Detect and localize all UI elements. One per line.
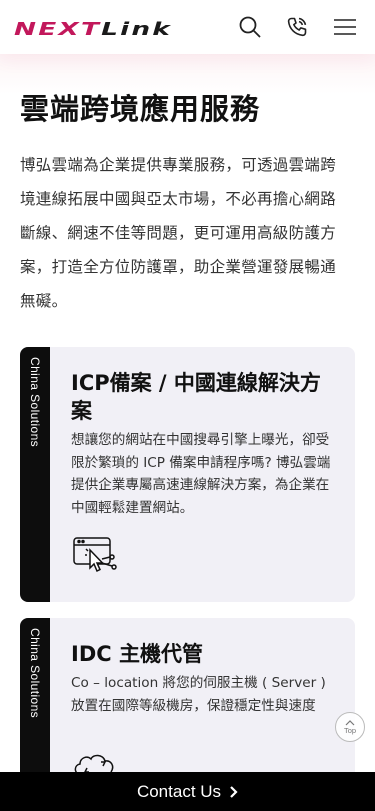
stripe-label: China Solutions [28, 628, 42, 719]
card-title: ICP備案 / 中國連線解決方案 [71, 371, 321, 423]
card-description: Co – location 將您的伺服主機 ( Server ) 放置在國際等級… [71, 675, 326, 714]
search-icon[interactable] [236, 13, 264, 41]
contact-us-label: Contact Us [136, 781, 222, 801]
chevron-up-icon [345, 719, 355, 725]
back-to-top-label: Top [343, 725, 357, 735]
page-title: 雲端跨境應用服務 [20, 92, 261, 126]
service-card-icp[interactable]: China Solutions ICP備案 / 中國連線解決方案 想讓您的網站在… [20, 347, 355, 602]
card-stripe: China Solutions [20, 347, 50, 602]
back-to-top-button[interactable]: Top [335, 712, 365, 742]
svg-text:NEXTLink: NEXTLink [14, 19, 172, 38]
chevron-right-icon [229, 785, 238, 799]
nextlink-logo[interactable]: NEXTLink [14, 18, 174, 38]
intro-paragraph: 博弘雲端為企業提供專業服務，可透過雲端跨境連線拓展中國與亞太市場，不必再擔心網路… [20, 156, 337, 310]
web-click-icon [73, 537, 117, 573]
stripe-label: China Solutions [28, 357, 42, 448]
site-header: NEXTLink [0, 0, 375, 54]
card-description: 想讓您的網站在中國搜尋引擎上曝光，卻受限於繁瑣的 ICP 備案申請程序嗎? 博弘… [71, 432, 331, 516]
card-title: IDC 主機代管 [71, 642, 203, 666]
phone-icon[interactable] [283, 13, 311, 41]
menu-icon[interactable] [331, 13, 359, 41]
contact-us-bar[interactable]: Contact Us [0, 772, 375, 811]
